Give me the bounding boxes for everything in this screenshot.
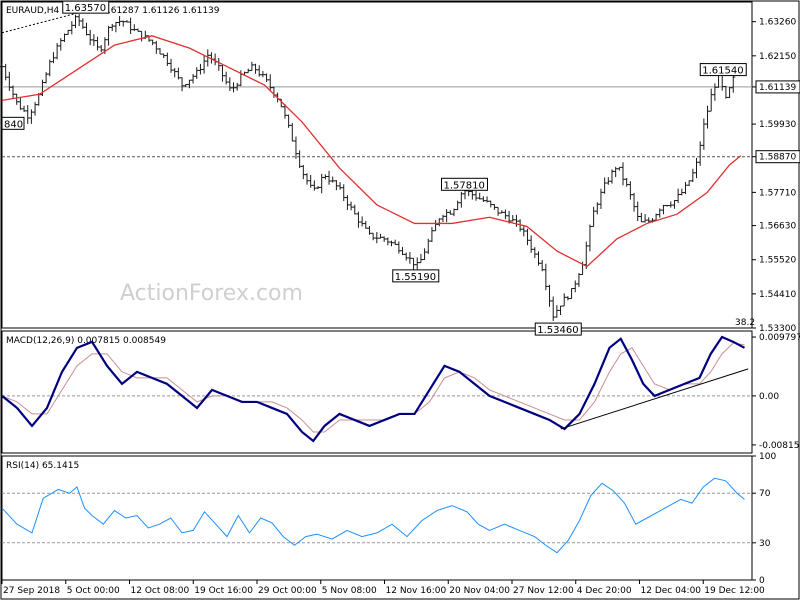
rsi-y-tick-label: 100 (759, 452, 776, 462)
price-y-tick-label: 1.54410 (759, 290, 796, 300)
fib-label: 38.2 (735, 318, 755, 328)
price-annotation-label: 1.63570 (65, 3, 106, 14)
panel-frame-1 (1, 1, 753, 329)
price-y-tick-label: 1.63260 (759, 18, 796, 28)
x-axis-tick-label: 29 Oct 00:00 (258, 586, 317, 596)
price-y-tick-label: 1.57710 (759, 188, 796, 198)
macd-y-tick-label: 0.009797 (759, 333, 800, 343)
x-axis-tick-label: 12 Oct 08:00 (131, 586, 190, 596)
moving-average-line (1, 35, 742, 268)
rsi-y-tick-label: 70 (759, 489, 771, 499)
x-axis-tick-label: 27 Nov 12:00 (513, 586, 574, 596)
macd-trendline (560, 368, 749, 430)
price-y-tick-label: 1.58870 (759, 153, 796, 163)
rsi-line (1, 477, 745, 554)
x-axis-tick-label: 27 Sep 2018 (3, 586, 60, 596)
price-annotation-label: 1.57810 (444, 180, 485, 191)
watermark: ActionForex.com (120, 281, 303, 306)
x-axis-tick-label: 12 Nov 16:00 (386, 586, 447, 596)
panel-frame-2 (1, 330, 753, 454)
price-header: EURAUD,H4 1.61270 1.61287 1.61126 1.6113… (6, 6, 220, 16)
price-annotation-label: 1.55190 (395, 272, 436, 283)
macd-y-tick-label: -0.008152 (759, 441, 800, 451)
rsi-header: RSI(14) 65.1415 (6, 461, 79, 471)
rsi-y-tick-label: 30 (759, 539, 771, 549)
price-annotation-label: 1.53460 (537, 325, 578, 336)
macd-y-tick-label: 0.00 (759, 392, 779, 402)
price-y-tick-label: 1.61139 (759, 83, 796, 93)
x-axis-tick-label: 20 Nov 04:00 (449, 586, 510, 596)
x-axis-tick-label: 5 Oct 00:00 (67, 586, 120, 596)
price-y-tick-label: 1.59930 (759, 120, 796, 130)
x-axis-tick-label: 5 Nov 08:00 (322, 586, 377, 596)
panel-frame-3 (1, 455, 753, 581)
macd-signal-line (1, 342, 745, 433)
x-axis-tick-label: 12 Dec 04:00 (641, 586, 702, 596)
price-y-tick-label: 1.56630 (759, 222, 796, 232)
x-axis-tick-label: 4 Dec 20:00 (577, 586, 632, 596)
x-axis-tick-label: 19 Oct 16:00 (194, 586, 253, 596)
price-annotation-label: 840 (4, 119, 23, 130)
price-y-tick-label: 1.55520 (759, 256, 796, 266)
price-y-tick-label: 1.62150 (759, 52, 796, 62)
rsi-y-tick-label: 0 (759, 576, 765, 586)
chart-canvas: ActionForex.com EURAUD,H4 1.61270 1.61287… (0, 0, 800, 600)
macd-line (1, 335, 746, 443)
price-annotation-label: 1.61540 (702, 66, 743, 77)
x-axis-tick-label: 19 Dec 12:00 (704, 586, 765, 596)
